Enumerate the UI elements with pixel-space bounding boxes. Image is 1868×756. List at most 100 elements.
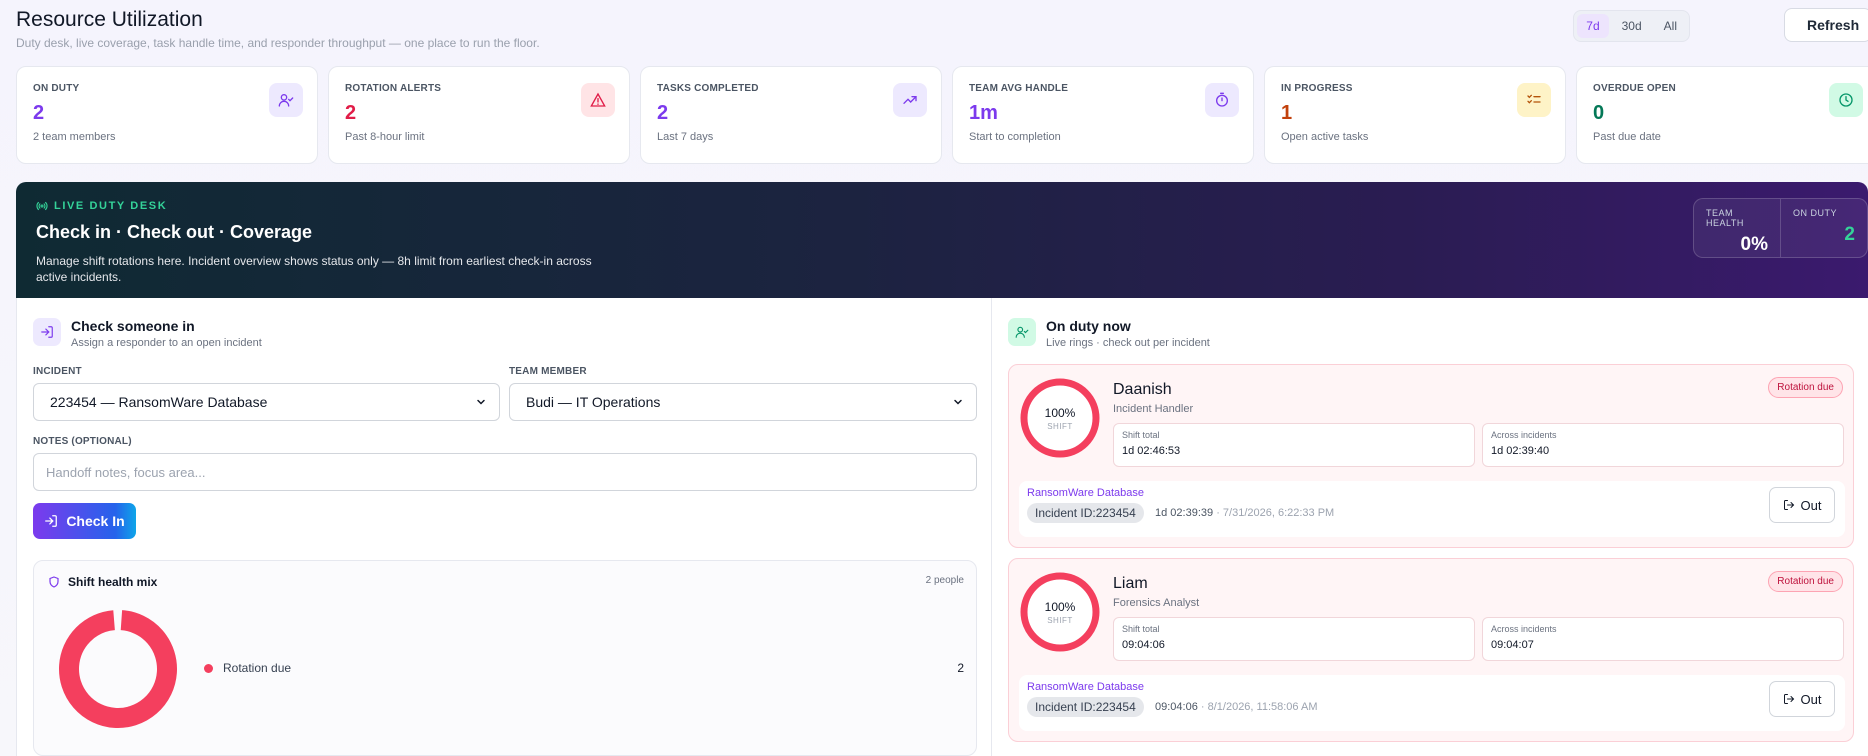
shift-total-label: Shift total [1122, 624, 1160, 634]
responder-name: Liam [1113, 575, 1148, 592]
shift-total-label: Shift total [1122, 430, 1160, 440]
kpi-row: ON DUTY 2 2 team members ROTATION ALERTS… [16, 66, 1868, 164]
log-out-icon [1783, 500, 1794, 510]
shift-total-box: Shift total 1d 02:46:53 [1113, 423, 1475, 467]
check-in-button[interactable]: Check In [33, 503, 136, 539]
broadcast-icon [36, 201, 48, 211]
check-out-button[interactable]: Out [1769, 681, 1835, 717]
status-badge: Rotation due [1768, 571, 1843, 592]
ring-percent: 100% [1044, 599, 1076, 614]
check-in-panel: Check someone in Assign a responder to a… [16, 298, 992, 756]
ring-label: SHIFT [1047, 615, 1073, 625]
log-in-icon [45, 515, 58, 527]
check-in-header: Check someone in Assign a responder to a… [33, 318, 262, 349]
team-health-value: 0% [1740, 234, 1768, 255]
kpi-sub: Start to completion [969, 131, 1061, 143]
ring-text: 100% SHIFT [1019, 571, 1101, 653]
on-duty-panel: On duty now Live rings · check out per i… [992, 298, 1868, 756]
chevron-down-icon [477, 399, 485, 405]
kpi-label: ON DUTY [33, 83, 80, 94]
range-7d-button[interactable]: 7d [1577, 14, 1609, 38]
incident-row: RansomWare Database Incident ID:223454 1… [1019, 481, 1845, 537]
kpi-sub: 2 team members [33, 131, 116, 143]
on-duty-header: On duty now Live rings · check out per i… [1008, 318, 1210, 349]
range-30d-button[interactable]: 30d [1613, 14, 1651, 38]
kpi-card-overdue-open: OVERDUE OPEN 0 Past due date [1576, 66, 1868, 164]
shift-health-donut [59, 610, 177, 728]
on-duty-value: 2 [1844, 224, 1855, 245]
log-out-icon [1783, 694, 1794, 704]
kpi-card-tasks-completed: TASKS COMPLETED 2 Last 7 days [640, 66, 942, 164]
page-header: Resource Utilization Duty desk, live cov… [16, 8, 1868, 56]
kpi-value: 0 [1593, 102, 1605, 124]
kpi-label: OVERDUE OPEN [1593, 83, 1676, 94]
user-check-icon [1008, 318, 1036, 346]
check-in-subtitle: Assign a responder to an open incident [71, 337, 262, 349]
incident-name-link[interactable]: RansomWare Database [1027, 487, 1144, 499]
incident-checkin-time: · 8/1/2026, 11:58:06 AM [1200, 701, 1318, 713]
incident-meta: 09:04:06 · 8/1/2026, 11:58:06 AM [1155, 701, 1318, 713]
banner-title: Check in · Check out · Coverage [36, 222, 313, 242]
incident-duration: 1d 02:39:39 [1155, 507, 1214, 519]
responder-name: Daanish [1113, 381, 1172, 398]
kpi-sub: Past 8-hour limit [345, 131, 425, 143]
shield-icon [49, 576, 59, 588]
kpi-card-rotation-alerts: ROTATION ALERTS 2 Past 8-hour limit [328, 66, 630, 164]
across-incidents-value: 1d 02:39:40 [1491, 445, 1550, 457]
on-duty-label: ON DUTY [1793, 208, 1837, 218]
banner-description: Manage shift rotations here. Incident ov… [36, 254, 592, 284]
incident-checkin-time: · 7/31/2026, 6:22:33 PM [1216, 507, 1335, 519]
check-in-button-label: Check In [66, 513, 125, 529]
incident-id-badge: Incident ID:223454 [1027, 697, 1144, 717]
duty-card-daanish: 100% SHIFT Daanish Incident Handler Rota… [1008, 364, 1854, 548]
banner-kicker: LIVE DUTY DESK [36, 200, 1848, 212]
kpi-label: TASKS COMPLETED [657, 83, 759, 94]
incident-select-value: 223454 — RansomWare Database [50, 394, 268, 410]
kpi-value: 1 [1281, 102, 1293, 124]
ring-label: SHIFT [1047, 421, 1073, 431]
shift-health-mix-header: Shift health mix [48, 575, 157, 589]
kpi-value: 2 [33, 102, 45, 124]
across-incidents-label: Across incidents [1491, 430, 1557, 440]
kpi-sub: Last 7 days [657, 131, 714, 143]
check-out-label: Out [1800, 691, 1822, 707]
notes-placeholder: Handoff notes, focus area... [46, 464, 206, 480]
status-badge: Rotation due [1768, 377, 1843, 398]
kpi-value: 2 [345, 102, 357, 124]
incident-row: RansomWare Database Incident ID:223454 0… [1019, 675, 1845, 731]
kpi-value: 2 [657, 102, 669, 124]
on-duty-title: On duty now [1046, 318, 1131, 334]
kpi-sub: Open active tasks [1281, 131, 1369, 143]
team-member-select-value: Budi — IT Operations [526, 394, 661, 410]
across-incidents-box: Across incidents 09:04:07 [1482, 617, 1844, 661]
on-duty-subtitle: Live rings · check out per incident [1046, 337, 1210, 349]
duty-card-liam: 100% SHIFT Liam Forensics Analyst Rotati… [1008, 558, 1854, 742]
kpi-label: ROTATION ALERTS [345, 83, 442, 94]
banner-kicker-text: LIVE DUTY DESK [54, 200, 168, 212]
kpi-sub: Past due date [1593, 131, 1661, 143]
team-member-select[interactable]: Budi — IT Operations [509, 383, 977, 421]
incident-select[interactable]: 223454 — RansomWare Database [33, 383, 500, 421]
alert-triangle-icon [581, 83, 615, 117]
duty-desk-banner: LIVE DUTY DESK Check in · Check out · Co… [16, 182, 1868, 298]
team-health-label: TEAM HEALTH [1706, 208, 1744, 228]
refresh-button[interactable]: Refresh [1784, 8, 1868, 42]
shift-health-mix-card: Shift health mix 2 people Rotation due 2 [33, 560, 977, 756]
check-out-button[interactable]: Out [1769, 487, 1835, 523]
trending-up-icon [893, 83, 927, 117]
across-incidents-label: Across incidents [1491, 624, 1557, 634]
clock-icon [1829, 83, 1863, 117]
legend-label: Rotation due [223, 661, 292, 675]
incident-name-link[interactable]: RansomWare Database [1027, 681, 1144, 693]
list-checks-icon [1517, 83, 1551, 117]
responder-role: Incident Handler [1113, 403, 1194, 415]
kpi-card-on-duty: ON DUTY 2 2 team members [16, 66, 318, 164]
incident-label: INCIDENT [33, 366, 82, 377]
range-all-button[interactable]: All [1655, 14, 1686, 38]
shift-total-value: 09:04:06 [1122, 639, 1165, 651]
notes-input[interactable]: Handoff notes, focus area... [33, 453, 977, 491]
donut-segment-rotation-due [59, 610, 177, 728]
notes-label: NOTES (OPTIONAL) [33, 436, 132, 447]
shift-health-mix-title: Shift health mix [68, 575, 158, 589]
responder-role: Forensics Analyst [1113, 597, 1200, 609]
